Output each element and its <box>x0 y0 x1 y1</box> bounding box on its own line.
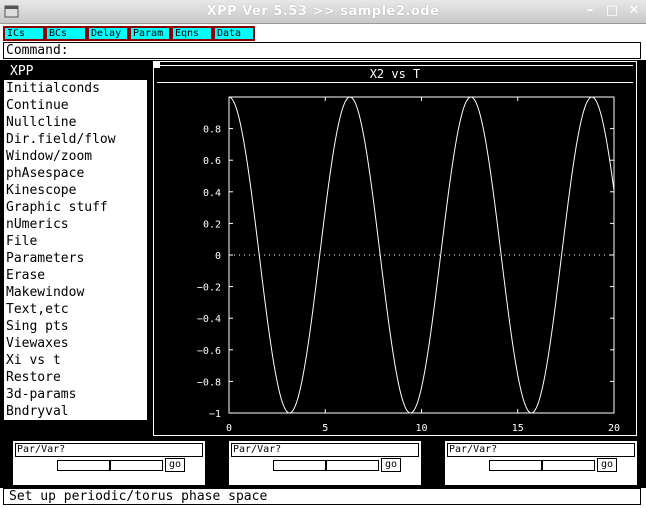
data-button[interactable]: Data <box>213 26 255 41</box>
menu-item-3d-params[interactable]: 3d-params <box>4 386 147 403</box>
par-var-input[interactable]: Par/Var? <box>447 443 635 457</box>
par-var-input[interactable]: Par/Var? <box>15 443 203 457</box>
menu-header: XPP <box>4 64 147 80</box>
menu-item-viewaxes[interactable]: Viewaxes <box>4 335 147 352</box>
y-tick-label: −0.8 <box>197 377 221 388</box>
menu-item-restore[interactable]: Restore <box>4 369 147 386</box>
menu-item-continue[interactable]: Continue <box>4 97 147 114</box>
menu-item-sing-pts[interactable]: Sing pts <box>4 318 147 335</box>
slider-track[interactable] <box>273 460 379 471</box>
par-var-input[interactable]: Par/Var? <box>231 443 419 457</box>
slider-track[interactable] <box>57 460 163 471</box>
slider-thumb[interactable] <box>541 461 543 470</box>
menu-item-numerics[interactable]: nUmerics <box>4 216 147 233</box>
chart-plot: 0.8 0.6 0.4 0.2 0 −0.2 −0.4 −0.6 −0.8 −1 0 5 10 15 20 <box>197 96 620 434</box>
menu-item-xi-vs-t[interactable]: Xi vs t <box>4 352 147 369</box>
plot-frame <box>228 96 615 414</box>
go-button[interactable]: go <box>597 458 617 472</box>
go-button[interactable]: go <box>165 458 185 472</box>
x-tick-label: 15 <box>512 423 524 434</box>
go-button[interactable]: go <box>381 458 401 472</box>
slider-bar: Par/Var? go Par/Var? go Par/Var? go <box>0 436 646 488</box>
command-label: Command: <box>6 43 69 58</box>
slider-track[interactable] <box>489 460 595 471</box>
x-tick-label: 0 <box>226 423 232 434</box>
eqns-button[interactable]: Eqns <box>171 26 213 41</box>
delay-button[interactable]: Delay <box>87 26 129 41</box>
x-tick-label: 5 <box>322 423 328 434</box>
close-icon[interactable]: ✕ <box>626 3 642 19</box>
y-tick-label: 0.2 <box>203 219 221 230</box>
y-tick-label: 0.6 <box>203 156 221 167</box>
command-input[interactable]: Command: <box>3 42 641 59</box>
x-tick-label: 20 <box>608 423 620 434</box>
y-tick-label: −0.2 <box>197 283 221 294</box>
menu-item-bndryval[interactable]: Bndryval <box>4 403 147 420</box>
menu-item-makewindow[interactable]: Makewindow <box>4 284 147 301</box>
status-bar: Set up periodic/torus phase space <box>3 488 641 505</box>
bcs-button[interactable]: BCs <box>45 26 87 41</box>
menu-item-text-etc[interactable]: Text,etc <box>4 301 147 318</box>
y-tick-label: 0 <box>215 251 221 262</box>
slider-thumb[interactable] <box>109 461 111 470</box>
y-tick-label: −0.6 <box>197 346 221 357</box>
x-tick-label: 10 <box>415 423 427 434</box>
slider-panel: Par/Var? go <box>445 441 637 485</box>
menu-item-dir-field[interactable]: Dir.field/flow <box>4 131 147 148</box>
menu-item-parameters[interactable]: Parameters <box>4 250 147 267</box>
main-area: XPP Initialconds Continue Nullcline Dir.… <box>0 60 646 436</box>
menu-item-graphic-stuff[interactable]: Graphic stuff <box>4 199 147 216</box>
menu-item-file[interactable]: File <box>4 233 147 250</box>
maximize-icon[interactable]: □ <box>604 3 620 19</box>
title-bar: XPP Ver 5.53 >> sample2.ode – □ ✕ <box>0 0 646 24</box>
menu-item-phasespace[interactable]: phAsespace <box>4 165 147 182</box>
y-tick-label: −1 <box>209 409 221 420</box>
slider-panel: Par/Var? go <box>13 441 205 485</box>
minimize-icon[interactable]: – <box>582 3 598 19</box>
slider-panel: Par/Var? go <box>229 441 421 485</box>
y-tick-label: 0.4 <box>203 188 221 199</box>
ics-button[interactable]: ICs <box>3 26 45 41</box>
graph-window[interactable]: X2 vs T 0.8 0.6 0.4 0.2 0 −0.2 −0.4 −0.6 −0.8 −1 0… <box>153 61 637 436</box>
toolbar: ICs BCs Delay Param Eqns Data <box>3 26 255 41</box>
y-tick-label: 0.8 <box>203 125 221 136</box>
param-button[interactable]: Param <box>129 26 171 41</box>
menu-item-window-zoom[interactable]: Window/zoom <box>4 148 147 165</box>
menu-item-initialconds[interactable]: Initialconds <box>4 80 147 97</box>
main-menu: XPP Initialconds Continue Nullcline Dir.… <box>3 63 148 421</box>
y-tick-label: −0.4 <box>197 314 221 325</box>
menu-item-nullcline[interactable]: Nullcline <box>4 114 147 131</box>
window-title: XPP Ver 5.53 >> sample2.ode <box>206 4 440 19</box>
slider-thumb[interactable] <box>325 461 327 470</box>
xpp-window: ICs BCs Delay Param Eqns Data Command: X… <box>0 24 646 508</box>
menu-item-kinescope[interactable]: Kinescope <box>4 182 147 199</box>
series-line <box>228 96 615 414</box>
menu-item-erase[interactable]: Erase <box>4 267 147 284</box>
